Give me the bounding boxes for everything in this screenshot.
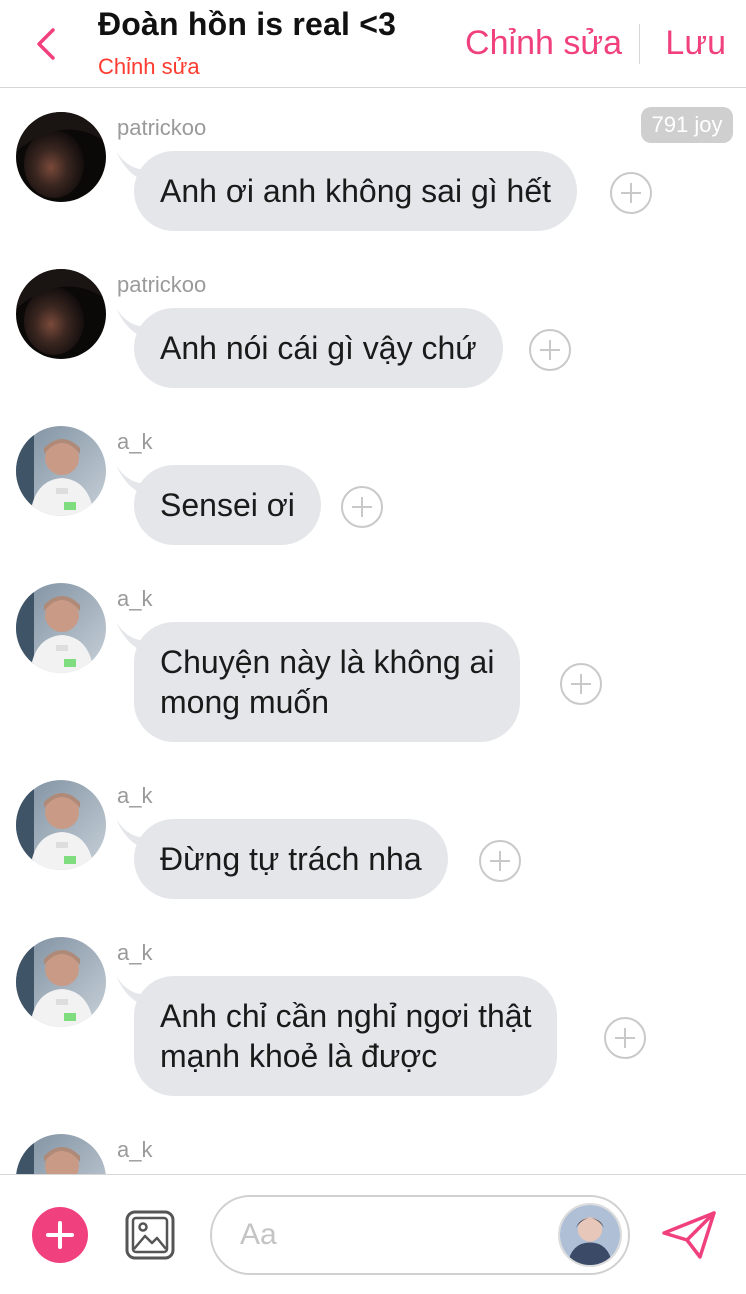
avatar-a_k[interactable] xyxy=(16,583,106,673)
message-username: patrickoo xyxy=(117,115,207,140)
page-title: Đoàn hồn is real <3 xyxy=(98,6,397,42)
react-plus-button[interactable] xyxy=(560,663,602,705)
avatar-a_k[interactable] xyxy=(16,1134,106,1174)
react-plus-button[interactable] xyxy=(610,172,652,214)
react-plus-button[interactable] xyxy=(479,840,521,882)
react-plus-button[interactable] xyxy=(529,329,571,371)
image-icon[interactable] xyxy=(124,1209,176,1261)
message-text: Chuyện này là không ai xyxy=(160,644,495,680)
save-button[interactable]: Lưu xyxy=(665,24,726,63)
joy-badge: 791 joy xyxy=(641,107,733,143)
message-username: patrickoo xyxy=(117,272,207,297)
avatar-a_k[interactable] xyxy=(16,780,106,870)
add-button[interactable] xyxy=(32,1207,88,1263)
header-divider xyxy=(639,24,640,64)
message-username: a_k xyxy=(117,429,153,454)
message-username: a_k xyxy=(117,1137,153,1162)
back-button[interactable] xyxy=(28,22,64,66)
message-bubble[interactable]: Chuyện này là không ai mong muốn xyxy=(134,622,521,742)
chat-header: Đoàn hồn is real <3 Chỉnh sửa Chỉnh sửa … xyxy=(0,0,746,88)
chevron-left-icon xyxy=(37,28,55,60)
message-bubble[interactable]: Anh nói cái gì vậy chứ xyxy=(134,308,503,388)
react-plus-button[interactable] xyxy=(604,1017,646,1059)
message-text: mong muốn xyxy=(160,684,329,720)
edit-button[interactable]: Chỉnh sửa xyxy=(465,24,622,63)
message-text: Anh chỉ cần nghỉ ngơi thật xyxy=(160,998,532,1034)
composer-bar xyxy=(0,1174,746,1294)
message-text: Sensei ơi xyxy=(160,487,295,523)
message-bubble[interactable]: Đừng tự trách nha xyxy=(134,819,448,899)
edit-subtitle-link[interactable]: Chỉnh sửa xyxy=(98,54,200,80)
avatar-a_k[interactable] xyxy=(16,937,106,1027)
message-input[interactable] xyxy=(240,1215,540,1255)
message-text: Đừng tự trách nha xyxy=(160,841,422,877)
message-username: a_k xyxy=(117,586,153,611)
avatar-patrickoo[interactable] xyxy=(16,112,106,202)
chat-messages-list[interactable]: 791 joy patrickoo Anh ơi anh không sai g… xyxy=(0,89,746,1174)
message-bubble[interactable]: Anh ơi anh không sai gì hết xyxy=(134,151,578,231)
message-text: Anh ơi anh không sai gì hết xyxy=(160,173,552,209)
message-bubble[interactable]: Sensei ơi xyxy=(134,465,321,545)
message-username: a_k xyxy=(117,940,153,965)
message-text: Anh nói cái gì vậy chứ xyxy=(160,330,477,366)
message-input-container[interactable] xyxy=(210,1195,630,1275)
avatar-patrickoo[interactable] xyxy=(16,269,106,359)
message-text: mạnh khoẻ là được xyxy=(160,1038,438,1074)
message-username: a_k xyxy=(117,783,153,808)
avatar-a_k[interactable] xyxy=(16,426,106,516)
message-bubble[interactable]: Anh chỉ cần nghỉ ngơi thật mạnh khoẻ là … xyxy=(134,976,558,1096)
react-plus-button[interactable] xyxy=(341,486,383,528)
character-avatar[interactable] xyxy=(558,1203,622,1267)
send-icon[interactable] xyxy=(660,1209,718,1261)
